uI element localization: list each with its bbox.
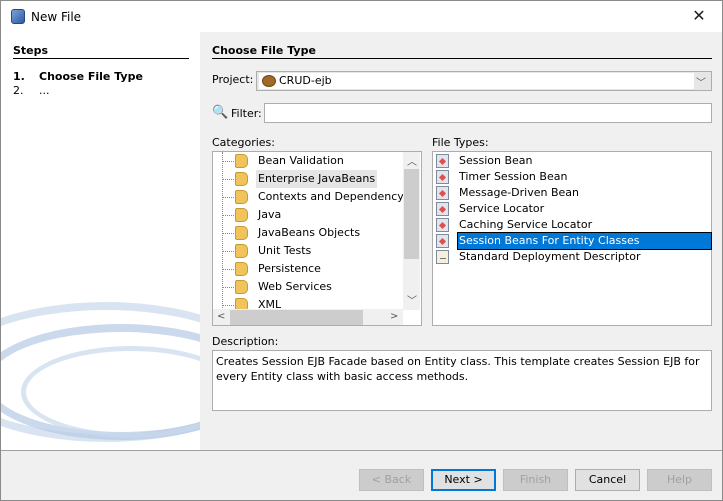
folder-icon bbox=[235, 280, 248, 294]
ejb-icon bbox=[436, 186, 449, 200]
tree-item[interactable]: Java bbox=[213, 206, 403, 224]
list-item[interactable]: Standard Deployment Descriptor bbox=[435, 249, 711, 265]
steps-heading: Steps bbox=[13, 44, 49, 57]
project-value: CRUD-ejb bbox=[279, 74, 332, 87]
file-types-list[interactable]: Session Bean Timer Session Bean Message-… bbox=[432, 151, 712, 326]
cancel-button[interactable]: Cancel bbox=[575, 469, 640, 491]
folder-icon bbox=[235, 190, 248, 204]
vertical-scrollbar[interactable]: ︿ ﹀ bbox=[403, 152, 420, 310]
ejb-icon bbox=[436, 154, 449, 168]
scroll-thumb[interactable] bbox=[404, 169, 419, 259]
folder-icon bbox=[235, 172, 248, 186]
title-bar: New File ✕ bbox=[1, 1, 722, 32]
chevron-down-icon[interactable]: ﹀ bbox=[407, 292, 417, 307]
step-1: 1. Choose File Type bbox=[13, 70, 143, 83]
filter-label: Filter: bbox=[231, 107, 262, 120]
tree-item[interactable]: JavaBeans Objects bbox=[213, 224, 403, 242]
list-item[interactable]: Session Beans For Entity Classes bbox=[435, 232, 712, 250]
panel-heading: Choose File Type bbox=[212, 44, 316, 57]
folder-icon bbox=[235, 298, 248, 309]
netbeans-app-icon bbox=[11, 9, 25, 24]
back-button[interactable]: < Back bbox=[359, 469, 424, 491]
descriptor-icon bbox=[436, 250, 449, 264]
tree-item[interactable]: Bean Validation bbox=[213, 152, 403, 170]
list-item[interactable]: Timer Session Bean bbox=[435, 169, 711, 185]
finish-button[interactable]: Finish bbox=[503, 469, 568, 491]
ejb-icon bbox=[436, 170, 449, 184]
window-title: New File bbox=[31, 10, 82, 24]
folder-icon bbox=[235, 154, 248, 168]
divider bbox=[1, 450, 722, 451]
list-item[interactable]: Message-Driven Bean bbox=[435, 185, 711, 201]
file-types-label: File Types: bbox=[432, 136, 489, 149]
list-item[interactable]: Session Bean bbox=[435, 153, 711, 169]
ejb-icon bbox=[436, 218, 449, 232]
steps-panel: Steps 1. Choose File Type 2.... bbox=[1, 32, 200, 450]
search-icon: 🔍 bbox=[212, 105, 229, 120]
project-label: Project: bbox=[212, 73, 254, 86]
ejb-icon bbox=[436, 202, 449, 216]
tree-item[interactable]: XML bbox=[213, 296, 403, 309]
folder-icon bbox=[235, 244, 248, 258]
tree-item[interactable]: Web Services bbox=[213, 278, 403, 296]
folder-icon bbox=[235, 262, 248, 276]
chevron-up-icon[interactable]: ︿ bbox=[407, 153, 417, 168]
project-bean-icon bbox=[262, 75, 276, 87]
divider bbox=[13, 58, 189, 59]
project-combobox[interactable]: CRUD-ejb ﹀ bbox=[256, 71, 712, 91]
step-2: 2.... bbox=[13, 84, 50, 97]
ejb-icon bbox=[436, 234, 449, 248]
list-item[interactable]: Caching Service Locator bbox=[435, 217, 711, 233]
tree-item[interactable]: Unit Tests bbox=[213, 242, 403, 260]
filter-input[interactable] bbox=[264, 103, 712, 123]
help-button[interactable]: Help bbox=[647, 469, 712, 491]
close-button[interactable]: ✕ bbox=[684, 5, 714, 27]
tree-item[interactable]: Persistence bbox=[213, 260, 403, 278]
chevron-left-icon[interactable]: < bbox=[217, 311, 225, 322]
folder-icon bbox=[235, 208, 248, 222]
chevron-right-icon[interactable]: > bbox=[390, 311, 398, 322]
horizontal-scrollbar[interactable]: < > bbox=[213, 309, 403, 325]
categories-label: Categories: bbox=[212, 136, 275, 149]
divider bbox=[212, 58, 712, 59]
scroll-thumb[interactable] bbox=[230, 310, 363, 325]
tree-item[interactable]: Enterprise JavaBeans bbox=[213, 170, 403, 188]
chevron-down-icon[interactable]: ﹀ bbox=[696, 74, 706, 89]
tree-item[interactable]: Contexts and Dependency Injection bbox=[213, 188, 403, 206]
description-text: Creates Session EJB Facade based on Enti… bbox=[212, 350, 712, 411]
description-label: Description: bbox=[212, 335, 279, 348]
categories-tree[interactable]: Bean Validation Enterprise JavaBeans Con… bbox=[212, 151, 422, 326]
list-item[interactable]: Service Locator bbox=[435, 201, 711, 217]
next-button[interactable]: Next > bbox=[431, 469, 496, 491]
folder-icon bbox=[235, 226, 248, 240]
